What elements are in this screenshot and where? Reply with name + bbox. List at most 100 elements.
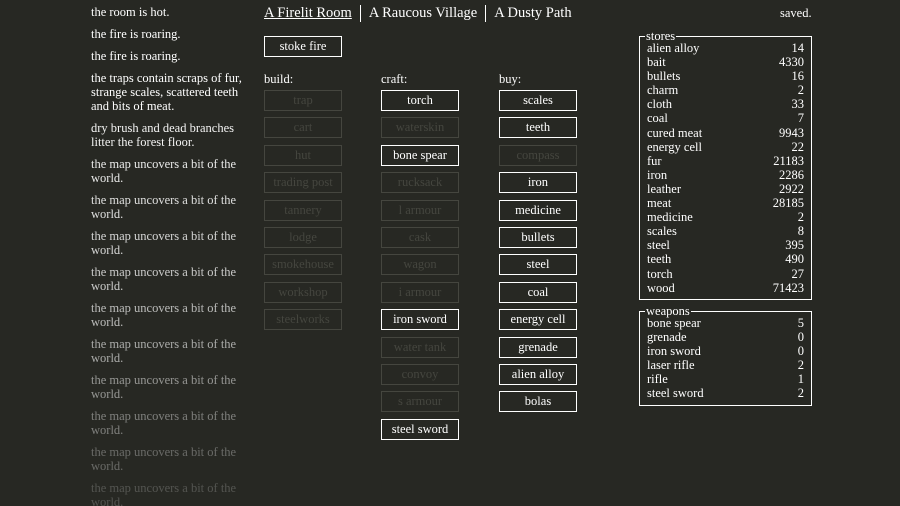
- stores-row: fur 21183: [640, 154, 811, 168]
- weapons-row: laser rifle 2: [640, 358, 811, 372]
- craft-bone-spear-button[interactable]: bone spear: [381, 144, 459, 166]
- craft-torch-button[interactable]: torch: [381, 90, 459, 111]
- buy-label: buy:: [499, 72, 522, 86]
- stores-name: leather: [647, 181, 682, 196]
- build-tannery-button: tannery: [264, 199, 342, 221]
- stores-name: wood: [647, 280, 675, 295]
- stores-value: 7: [797, 111, 804, 126]
- weapons-row: iron sword 0: [640, 344, 811, 358]
- craft-steel-sword-button[interactable]: steel sword: [381, 418, 459, 440]
- stores-list: alien alloy 14 bait 4330 bullets 16 charm 2 clot…: [640, 37, 811, 295]
- craft-i-armour-button: i armour: [381, 281, 459, 303]
- buy-energy-cell-button[interactable]: energy cell: [499, 309, 577, 331]
- buy-bullets-button[interactable]: bullets: [499, 227, 577, 248]
- stores-row: scales 8: [640, 224, 811, 238]
- notification-item: the map uncovers a bit of the world.: [91, 373, 237, 401]
- stores-value: 22: [791, 139, 805, 154]
- weapons-row: grenade 0: [640, 330, 811, 344]
- stores-name: scales: [647, 224, 677, 239]
- notification-item: the traps contain scraps of fur, strange…: [91, 71, 242, 113]
- stores-name: steel: [647, 238, 670, 253]
- stores-name: charm: [647, 83, 679, 98]
- stores-row: steel 395: [640, 238, 811, 252]
- stores-name: torch: [647, 266, 673, 281]
- notification-log: the room is hot. the fire is roaring. the …: [91, 5, 251, 506]
- weapons-name: rifle: [647, 372, 668, 387]
- stoke-fire-button[interactable]: stoke fire: [264, 36, 342, 57]
- stores-value: 395: [785, 238, 804, 253]
- stores-name: cloth: [647, 97, 672, 112]
- craft-iron-sword-button[interactable]: iron sword: [381, 309, 459, 331]
- buy-bolas-button[interactable]: bolas: [499, 391, 577, 413]
- build-smokehouse-button: smokehouse: [264, 254, 342, 276]
- notification-item: the map uncovers a bit of the world.: [91, 229, 237, 257]
- stores-row: cloth 33: [640, 97, 811, 111]
- weapons-name: grenade: [647, 330, 687, 345]
- buy-grenade-button[interactable]: grenade: [499, 336, 577, 358]
- stores-value: 27: [791, 266, 805, 281]
- buy-iron-button[interactable]: iron: [499, 172, 577, 194]
- stores-name: meat: [647, 196, 672, 211]
- weapons-name: steel sword: [647, 386, 704, 401]
- stores-row: meat 28185: [640, 196, 811, 210]
- buy-teeth-button[interactable]: teeth: [499, 117, 577, 139]
- notification-item: the map uncovers a bit of the world.: [91, 301, 237, 329]
- craft-wagon-button: wagon: [381, 254, 459, 276]
- weapons-list: bone spear 5 grenade 0 iron sword 0 laser rifl…: [640, 312, 811, 401]
- stores-row: torch 27: [640, 267, 811, 281]
- notification-item: the fire is roaring.: [91, 49, 181, 63]
- build-cart-button: cart: [264, 117, 342, 139]
- weapons-panel: weapons bone spear 5 grenade 0 iron sword 0 la…: [639, 304, 812, 406]
- stores-value: 2: [797, 210, 804, 225]
- weapons-title: weapons: [645, 304, 691, 318]
- stores-row: teeth 490: [640, 252, 811, 266]
- craft-s-armour-button: s armour: [381, 391, 459, 413]
- stores-panel: stores alien alloy 14 bait 4330 bullets 16 cha…: [639, 29, 812, 300]
- stores-value: 4330: [779, 55, 804, 70]
- stores-title: stores: [645, 29, 677, 43]
- stores-name: cured meat: [647, 125, 703, 140]
- stores-row: iron 2286: [640, 168, 811, 182]
- weapons-value: 0: [797, 330, 804, 345]
- stores-row: cured meat 9943: [640, 126, 811, 140]
- stores-row: leather 2922: [640, 182, 811, 196]
- buy-steel-button[interactable]: steel: [499, 254, 577, 276]
- weapons-row: rifle 1: [640, 372, 811, 386]
- weapons-row: steel sword 2: [640, 386, 811, 400]
- notification-item: the map uncovers a bit of the world.: [91, 157, 237, 185]
- stores-row: charm 2: [640, 83, 811, 97]
- stores-name: energy cell: [647, 139, 702, 154]
- build-trap-button: trap: [264, 90, 342, 111]
- stores-value: 2922: [779, 181, 804, 196]
- stores-value: 21183: [773, 153, 804, 168]
- stores-row: bait 4330: [640, 55, 811, 69]
- stores-row: alien alloy 14: [640, 41, 811, 55]
- location-tab[interactable]: A Raucous Village: [361, 5, 485, 22]
- buy-medicine-button[interactable]: medicine: [499, 199, 577, 221]
- stores-row: coal 7: [640, 111, 811, 125]
- build-label: build:: [264, 72, 294, 86]
- location-tab[interactable]: A Firelit Room: [264, 5, 360, 22]
- stores-value: 2: [797, 83, 804, 98]
- notification-item: the map uncovers a bit of the world.: [91, 481, 237, 506]
- notification-item: the map uncovers a bit of the world.: [91, 409, 237, 437]
- weapons-name: laser rifle: [647, 358, 695, 373]
- weapons-value: 1: [797, 372, 804, 387]
- weapons-value: 5: [797, 316, 804, 330]
- notification-item: dry brush and dead branches litter the f…: [91, 121, 235, 149]
- stores-value: 28185: [772, 196, 804, 211]
- stores-name: coal: [647, 111, 668, 126]
- buy-coal-button[interactable]: coal: [499, 281, 577, 303]
- buy-alien-alloy-button[interactable]: alien alloy: [499, 364, 577, 385]
- craft-label: craft:: [381, 72, 408, 86]
- notification-item: the map uncovers a bit of the world.: [91, 193, 237, 221]
- location-header: A Firelit Room A Raucous Village A Dusty P…: [264, 5, 580, 22]
- buy-scales-button[interactable]: scales: [499, 90, 577, 111]
- location-tab[interactable]: A Dusty Path: [486, 5, 579, 22]
- weapons-value: 0: [797, 344, 804, 359]
- saved-indicator: saved.: [780, 6, 812, 20]
- build-trading-post-button: trading post: [264, 172, 342, 194]
- notification-item: the map uncovers a bit of the world.: [91, 445, 237, 473]
- stores-name: teeth: [647, 252, 672, 267]
- stores-value: 33: [791, 97, 805, 112]
